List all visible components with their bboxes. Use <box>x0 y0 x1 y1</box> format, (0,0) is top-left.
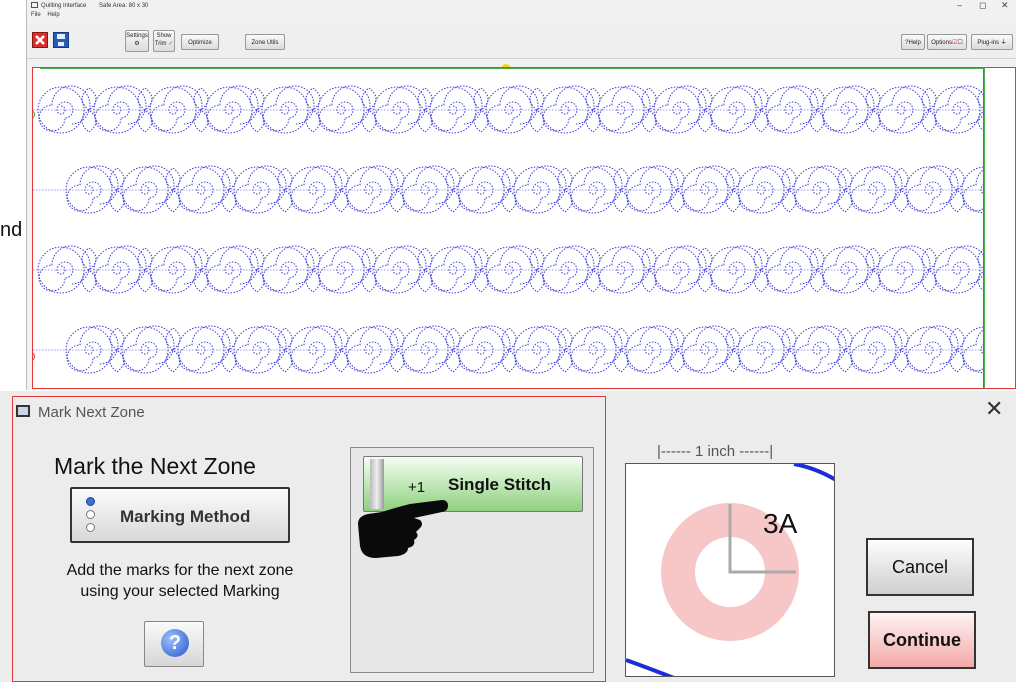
menu-file[interactable]: File <box>31 12 41 18</box>
settings-label: Settings <box>126 33 148 39</box>
safe-area-label: Safe Area: 80 x 30 <box>99 3 149 9</box>
marking-method-label: Marking Method <box>120 507 251 526</box>
instructions-line-2: using your selected Marking <box>80 583 280 600</box>
continue-button[interactable]: Continue <box>868 611 976 669</box>
radio-option-1[interactable] <box>86 497 95 506</box>
window-close-button[interactable]: ✕ <box>1001 0 1009 11</box>
pattern-rows <box>33 85 983 374</box>
floppy-icon <box>57 34 65 46</box>
quilt-pattern <box>33 85 983 374</box>
single-stitch-label: Single Stitch <box>448 475 551 494</box>
menu-help[interactable]: Help <box>47 12 59 18</box>
quilt-canvas[interactable] <box>32 67 984 389</box>
preview-graphic <box>626 464 834 676</box>
plugins-button[interactable]: Plug-ins ⏚ <box>971 34 1013 50</box>
canvas-margin <box>984 67 1016 389</box>
radio-option-2[interactable] <box>86 510 95 519</box>
marking-method-button[interactable]: Marking Method <box>70 487 290 543</box>
instructions-line-1: Add the marks for the next zone <box>66 562 294 579</box>
x-icon <box>35 35 45 45</box>
window-title: Quilting Interface <box>41 3 87 9</box>
app-icon <box>31 2 38 8</box>
help-button[interactable]: ? <box>144 621 204 667</box>
dialog-title: Mark Next Zone <box>38 404 145 421</box>
zone-utils-button[interactable]: Zone Utils <box>245 34 285 50</box>
optimize-button[interactable]: Optimize <box>181 34 219 50</box>
settings-button[interactable]: Settings ⚙ <box>125 30 149 52</box>
zone-preview: 3A <box>625 463 835 677</box>
title-bar: Quilting Interface Safe Area: 80 x 30 – … <box>27 0 1016 12</box>
save-button[interactable] <box>53 32 69 48</box>
help-toolbar-button[interactable]: ?Help <box>901 34 925 50</box>
mark-next-zone-heading: Mark the Next Zone <box>54 453 256 479</box>
dialog-window-icon <box>16 405 30 417</box>
scale-indicator: |------ 1 inch ------| <box>657 443 774 460</box>
menu-bar: File Help <box>31 12 65 22</box>
stitch-increment: +1 <box>408 479 426 496</box>
options-button[interactable]: Options☑☐ <box>927 34 967 50</box>
show-trim-button[interactable]: Show Trim ✓ <box>153 30 175 52</box>
minimize-button[interactable]: – <box>957 0 962 10</box>
close-file-button[interactable] <box>32 32 48 48</box>
edge-text-fragment: nd <box>0 219 23 241</box>
square-icon: ☐ <box>957 40 963 46</box>
toolbar: Settings ⚙ Show Trim ✓ Optimize Zone Uti… <box>27 26 1016 59</box>
gear-icon: ⚙ <box>134 41 140 47</box>
cancel-button[interactable]: Cancel <box>866 538 974 596</box>
dialog-close-button[interactable]: ✕ <box>985 396 1003 422</box>
question-icon: ? <box>161 629 189 657</box>
radio-option-3[interactable] <box>86 523 95 532</box>
checkmark-icon: ✓ <box>168 41 174 47</box>
instructions-text: Add the marks for the next zone using yo… <box>30 560 330 602</box>
plugins-label: Plug-ins <box>977 40 999 46</box>
pointing-hand-icon <box>358 500 448 558</box>
options-label: Options <box>931 40 952 46</box>
maximize-button[interactable]: ◻ <box>979 0 986 11</box>
safe-area-top-line <box>40 68 984 69</box>
preview-code-label: 3A <box>763 508 798 539</box>
plug-icon: ⏚ <box>1000 40 1007 46</box>
